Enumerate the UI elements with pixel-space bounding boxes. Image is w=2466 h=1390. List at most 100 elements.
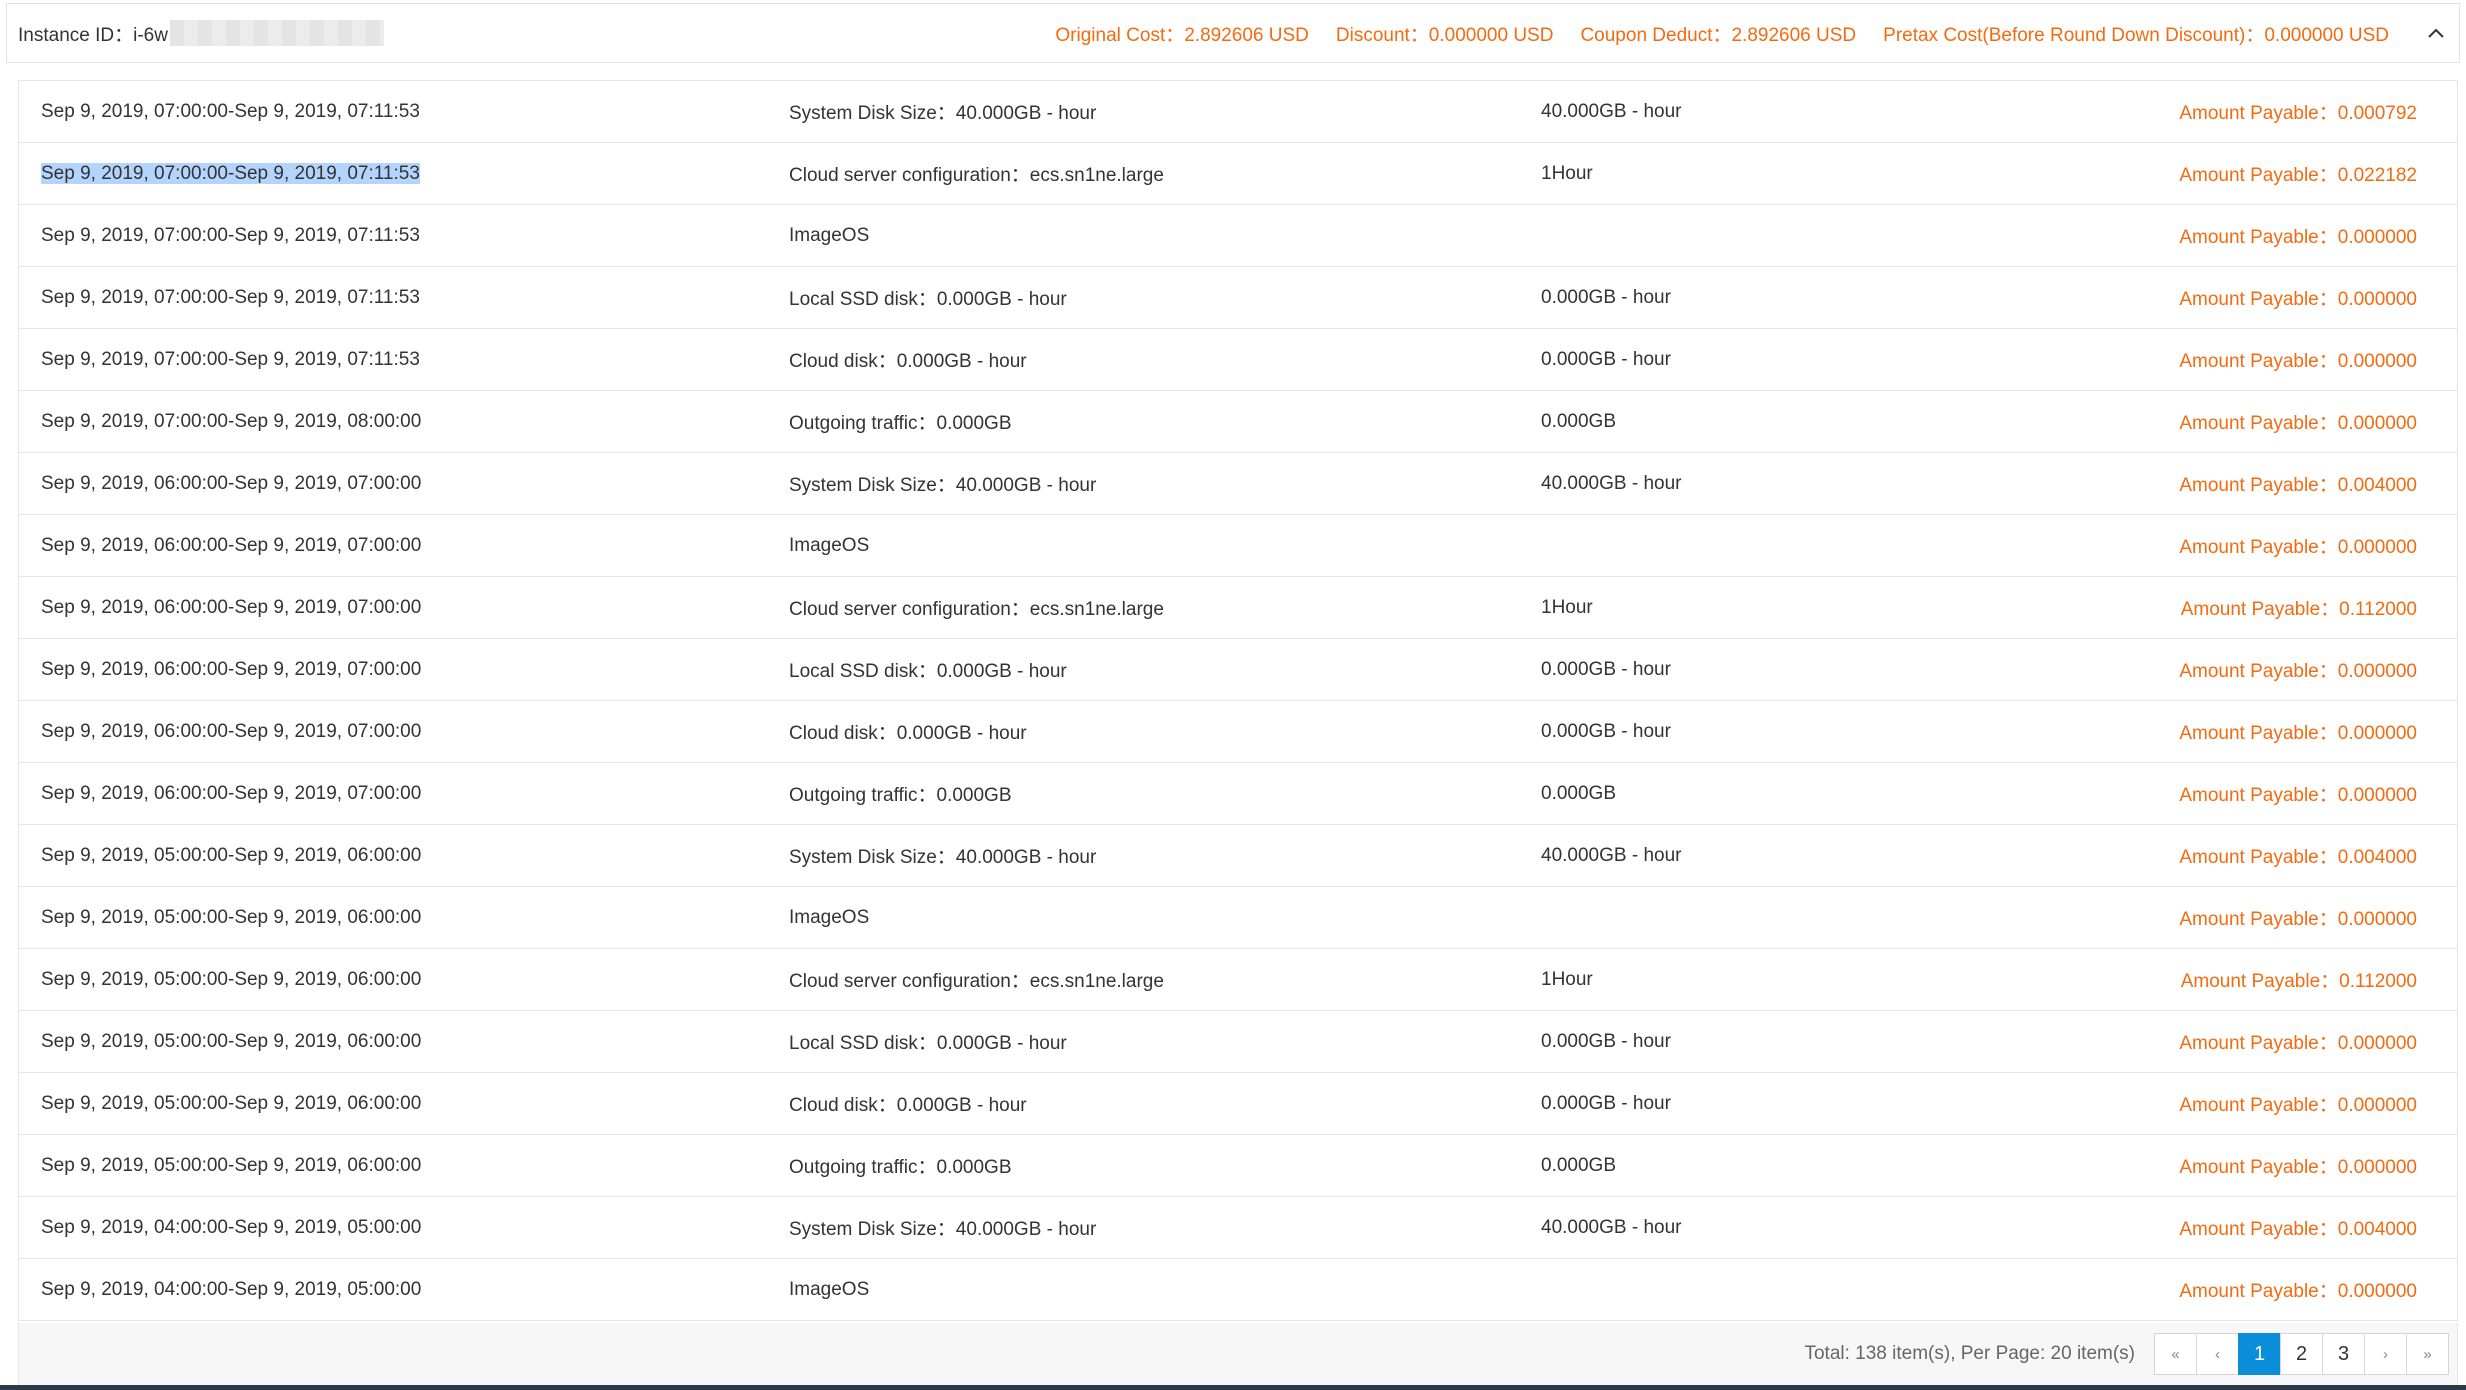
usage-amount: 40.000GB - hour	[1541, 100, 1682, 122]
table-row: Sep 9, 2019, 06:00:00-Sep 9, 2019, 07:00…	[19, 639, 2457, 701]
billing-period: Sep 9, 2019, 06:00:00-Sep 9, 2019, 07:00…	[41, 596, 422, 618]
amount-payable: Amount Payable：0.000000	[2179, 909, 2417, 930]
billing-period: Sep 9, 2019, 07:00:00-Sep 9, 2019, 07:11…	[41, 348, 420, 370]
billing-item: Cloud disk：0.000GB - hour	[789, 1095, 1027, 1116]
billing-period: Sep 9, 2019, 05:00:00-Sep 9, 2019, 06:00…	[41, 1092, 422, 1114]
billing-period: Sep 9, 2019, 05:00:00-Sep 9, 2019, 06:00…	[41, 1030, 422, 1052]
coupon-deduct: Coupon Deduct：2.892606 USD	[1580, 24, 1857, 46]
usage-amount: 0.000GB - hour	[1541, 658, 1671, 680]
amount-payable: Amount Payable：0.000000	[2179, 661, 2417, 682]
last-page-button[interactable]: »	[2406, 1333, 2449, 1375]
table-row: Sep 9, 2019, 06:00:00-Sep 9, 2019, 07:00…	[19, 453, 2457, 515]
table-row: Sep 9, 2019, 07:00:00-Sep 9, 2019, 07:11…	[19, 329, 2457, 391]
billing-period-cell: Sep 9, 2019, 06:00:00-Sep 9, 2019, 07:00…	[19, 659, 789, 681]
billing-period: Sep 9, 2019, 04:00:00-Sep 9, 2019, 05:00…	[41, 1216, 422, 1238]
table-row: Sep 9, 2019, 05:00:00-Sep 9, 2019, 06:00…	[19, 887, 2457, 949]
amount-payable: Amount Payable：0.000000	[2179, 227, 2417, 248]
billing-item: Cloud server configuration：ecs.sn1ne.lar…	[789, 599, 1164, 620]
window-bottom-bar	[0, 1385, 2466, 1390]
amount-payable: Amount Payable：0.022182	[2179, 165, 2417, 186]
page-3-button[interactable]: 3	[2322, 1333, 2365, 1375]
billing-item: Outgoing traffic：0.000GB	[789, 1157, 1012, 1178]
billing-period: Sep 9, 2019, 04:00:00-Sep 9, 2019, 05:00…	[41, 1278, 422, 1300]
billing-item: ImageOS	[789, 534, 870, 556]
billing-item: Outgoing traffic：0.000GB	[789, 785, 1012, 806]
usage-amount: 1Hour	[1541, 968, 1593, 990]
usage-amount: 40.000GB - hour	[1541, 472, 1682, 494]
chevron-up-icon[interactable]	[2425, 22, 2447, 44]
billing-item: System Disk Size：40.000GB - hour	[789, 475, 1097, 496]
table-row: Sep 9, 2019, 04:00:00-Sep 9, 2019, 05:00…	[19, 1259, 2457, 1321]
table-row: Sep 9, 2019, 05:00:00-Sep 9, 2019, 06:00…	[19, 825, 2457, 887]
billing-item: Cloud disk：0.000GB - hour	[789, 351, 1027, 372]
instance-id: Instance ID：i-6w	[18, 20, 384, 47]
billing-detail-table: Sep 9, 2019, 07:00:00-Sep 9, 2019, 07:11…	[18, 80, 2458, 1321]
billing-period: Sep 9, 2019, 07:00:00-Sep 9, 2019, 07:11…	[41, 224, 420, 246]
billing-period-cell: Sep 9, 2019, 04:00:00-Sep 9, 2019, 05:00…	[19, 1279, 789, 1301]
usage-amount: 1Hour	[1541, 596, 1593, 618]
instance-id-label: Instance ID：i-6w	[18, 24, 168, 46]
table-row: Sep 9, 2019, 06:00:00-Sep 9, 2019, 07:00…	[19, 515, 2457, 577]
page-1-button[interactable]: 1	[2238, 1333, 2281, 1375]
billing-period: Sep 9, 2019, 07:00:00-Sep 9, 2019, 07:11…	[41, 162, 420, 184]
billing-period: Sep 9, 2019, 05:00:00-Sep 9, 2019, 06:00…	[41, 968, 422, 990]
billing-period: Sep 9, 2019, 07:00:00-Sep 9, 2019, 07:11…	[41, 286, 420, 308]
table-row: Sep 9, 2019, 05:00:00-Sep 9, 2019, 06:00…	[19, 1135, 2457, 1197]
billing-period-cell: Sep 9, 2019, 06:00:00-Sep 9, 2019, 07:00…	[19, 783, 789, 805]
page-2-button[interactable]: 2	[2280, 1333, 2323, 1375]
billing-item: Outgoing traffic：0.000GB	[789, 413, 1012, 434]
table-row: Sep 9, 2019, 05:00:00-Sep 9, 2019, 06:00…	[19, 949, 2457, 1011]
table-row: Sep 9, 2019, 05:00:00-Sep 9, 2019, 06:00…	[19, 1011, 2457, 1073]
pretax-cost: Pretax Cost(Before Round Down Discount)：…	[1883, 24, 2389, 46]
billing-item: System Disk Size：40.000GB - hour	[789, 847, 1097, 868]
billing-period-cell: Sep 9, 2019, 07:00:00-Sep 9, 2019, 07:11…	[19, 225, 789, 247]
billing-detail-page: Instance ID：i-6w Original Cost：2.892606 …	[0, 0, 2466, 1390]
amount-payable: Amount Payable：0.000000	[2179, 1157, 2417, 1178]
billing-period-cell: Sep 9, 2019, 07:00:00-Sep 9, 2019, 07:11…	[19, 162, 789, 185]
billing-item: ImageOS	[789, 906, 870, 928]
table-row: Sep 9, 2019, 06:00:00-Sep 9, 2019, 07:00…	[19, 701, 2457, 763]
billing-period-cell: Sep 9, 2019, 06:00:00-Sep 9, 2019, 07:00…	[19, 473, 789, 495]
billing-item: Cloud disk：0.000GB - hour	[789, 723, 1027, 744]
table-row: Sep 9, 2019, 07:00:00-Sep 9, 2019, 08:00…	[19, 391, 2457, 453]
billing-period: Sep 9, 2019, 06:00:00-Sep 9, 2019, 07:00…	[41, 782, 422, 804]
billing-period: Sep 9, 2019, 05:00:00-Sep 9, 2019, 06:00…	[41, 906, 422, 928]
amount-payable: Amount Payable：0.000000	[2179, 289, 2417, 310]
usage-amount: 0.000GB	[1541, 782, 1616, 804]
original-cost: Original Cost：2.892606 USD	[1055, 24, 1309, 46]
amount-payable: Amount Payable：0.000000	[2179, 537, 2417, 558]
billing-period-cell: Sep 9, 2019, 05:00:00-Sep 9, 2019, 06:00…	[19, 1031, 789, 1053]
amount-payable: Amount Payable：0.004000	[2179, 475, 2417, 496]
prev-page-button[interactable]: ‹	[2196, 1333, 2239, 1375]
amount-payable: Amount Payable：0.000000	[2179, 1095, 2417, 1116]
billing-period: Sep 9, 2019, 05:00:00-Sep 9, 2019, 06:00…	[41, 844, 422, 866]
table-row: Sep 9, 2019, 04:00:00-Sep 9, 2019, 05:00…	[19, 1197, 2457, 1259]
table-row: Sep 9, 2019, 07:00:00-Sep 9, 2019, 07:11…	[19, 267, 2457, 329]
usage-amount: 0.000GB - hour	[1541, 348, 1671, 370]
table-row: Sep 9, 2019, 07:00:00-Sep 9, 2019, 07:11…	[19, 205, 2457, 267]
amount-payable: Amount Payable：0.000000	[2179, 1281, 2417, 1302]
billing-period: Sep 9, 2019, 06:00:00-Sep 9, 2019, 07:00…	[41, 720, 422, 742]
amount-payable: Amount Payable：0.112000	[2180, 599, 2417, 620]
amount-payable: Amount Payable：0.004000	[2179, 1219, 2417, 1240]
first-page-button[interactable]: «	[2154, 1333, 2197, 1375]
billing-period: Sep 9, 2019, 06:00:00-Sep 9, 2019, 07:00…	[41, 472, 422, 494]
amount-payable: Amount Payable：0.000000	[2179, 351, 2417, 372]
billing-period: Sep 9, 2019, 05:00:00-Sep 9, 2019, 06:00…	[41, 1154, 422, 1176]
billing-period-cell: Sep 9, 2019, 07:00:00-Sep 9, 2019, 07:11…	[19, 287, 789, 309]
instance-summary-header: Instance ID：i-6w Original Cost：2.892606 …	[6, 3, 2460, 63]
billing-item: System Disk Size：40.000GB - hour	[789, 103, 1097, 124]
pagination: « ‹ 1 2 3 › »	[2154, 1333, 2449, 1375]
billing-item: Local SSD disk：0.000GB - hour	[789, 1033, 1067, 1054]
amount-payable: Amount Payable：0.000000	[2179, 723, 2417, 744]
billing-item: Cloud server configuration：ecs.sn1ne.lar…	[789, 971, 1164, 992]
next-page-button[interactable]: ›	[2364, 1333, 2407, 1375]
billing-period-cell: Sep 9, 2019, 06:00:00-Sep 9, 2019, 07:00…	[19, 597, 789, 619]
billing-item: Local SSD disk：0.000GB - hour	[789, 289, 1067, 310]
amount-payable: Amount Payable：0.004000	[2179, 847, 2417, 868]
billing-period-cell: Sep 9, 2019, 05:00:00-Sep 9, 2019, 06:00…	[19, 969, 789, 991]
table-row: Sep 9, 2019, 06:00:00-Sep 9, 2019, 07:00…	[19, 577, 2457, 639]
billing-period: Sep 9, 2019, 07:00:00-Sep 9, 2019, 08:00…	[41, 410, 422, 432]
billing-period: Sep 9, 2019, 06:00:00-Sep 9, 2019, 07:00…	[41, 534, 422, 556]
usage-amount: 0.000GB - hour	[1541, 286, 1671, 308]
